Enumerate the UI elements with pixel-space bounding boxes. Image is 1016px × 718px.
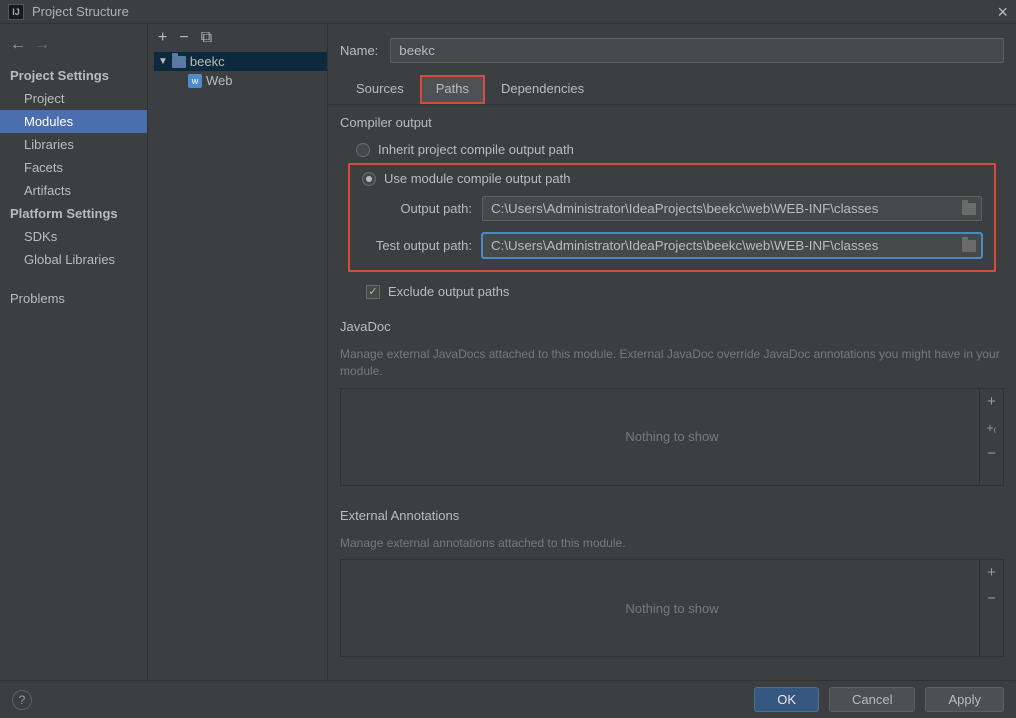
- forward-icon[interactable]: →: [34, 36, 50, 54]
- name-row: Name:: [328, 32, 1016, 75]
- cancel-button[interactable]: Cancel: [829, 687, 915, 712]
- tab-dependencies[interactable]: Dependencies: [485, 75, 600, 104]
- window-title: Project Structure: [32, 4, 129, 19]
- web-icon: w: [188, 74, 202, 88]
- module-compile-label: Use module compile output path: [384, 171, 570, 186]
- nav-project[interactable]: Project: [0, 87, 147, 110]
- module-name-label: beekc: [190, 54, 225, 69]
- annotations-list[interactable]: Nothing to show + −: [340, 559, 1004, 657]
- test-output-path-row: Test output path:: [354, 227, 990, 264]
- output-path-label: Output path:: [362, 201, 472, 216]
- close-icon[interactable]: ×: [997, 3, 1008, 21]
- javadoc-empty-label: Nothing to show: [625, 429, 718, 444]
- expand-icon[interactable]: ▼: [158, 56, 168, 67]
- output-path-wrap: [482, 196, 982, 221]
- exclude-check-row[interactable]: ✓ Exclude output paths: [340, 278, 1004, 305]
- footer: ? OK Cancel Apply: [0, 680, 1016, 718]
- help-icon[interactable]: ?: [12, 690, 32, 710]
- nav-modules[interactable]: Modules: [0, 110, 147, 133]
- compiler-section-label: Compiler output: [340, 115, 1004, 130]
- javadoc-list[interactable]: Nothing to show + +₍ −: [340, 388, 1004, 486]
- test-output-path-input[interactable]: [482, 233, 982, 258]
- title-bar: IJ Project Structure ×: [0, 0, 1016, 24]
- annotations-section-label: External Annotations: [340, 508, 1004, 523]
- test-output-path-label: Test output path:: [362, 238, 472, 253]
- inherit-radio-row[interactable]: Inherit project compile output path: [340, 138, 1004, 161]
- javadoc-desc: Manage external JavaDocs attached to thi…: [340, 342, 1004, 388]
- nav-sdks[interactable]: SDKs: [0, 225, 147, 248]
- annotations-remove-icon[interactable]: −: [983, 590, 1001, 608]
- module-radio-row[interactable]: Use module compile output path: [354, 167, 990, 190]
- tree-toolbar: + − ⧉: [148, 24, 327, 52]
- tabs: Sources Paths Dependencies: [328, 75, 1016, 105]
- content-scroll[interactable]: Compiler output Inherit project compile …: [328, 105, 1016, 680]
- inherit-label: Inherit project compile output path: [378, 142, 574, 157]
- module-tree-panel: + − ⧉ ▼ beekc w Web: [148, 24, 328, 680]
- back-icon[interactable]: ←: [10, 36, 26, 54]
- section-project-settings: Project Settings: [0, 64, 147, 87]
- output-path-row: Output path:: [354, 190, 990, 227]
- section-platform-settings: Platform Settings: [0, 202, 147, 225]
- name-input[interactable]: [390, 38, 1004, 63]
- nav-artifacts[interactable]: Artifacts: [0, 179, 147, 202]
- apply-button[interactable]: Apply: [925, 687, 1004, 712]
- output-browse-icon[interactable]: [962, 203, 976, 215]
- web-facet-label: Web: [206, 73, 233, 88]
- test-output-browse-icon[interactable]: [962, 240, 976, 252]
- annotations-desc: Manage external annotations attached to …: [340, 531, 1004, 560]
- nav-problems[interactable]: Problems: [0, 287, 147, 310]
- nav-global-libraries[interactable]: Global Libraries: [0, 248, 147, 271]
- module-folder-icon: [172, 56, 186, 68]
- ok-button[interactable]: OK: [754, 687, 819, 712]
- add-icon[interactable]: +: [158, 30, 167, 46]
- radio-module[interactable]: [362, 172, 376, 186]
- name-label: Name:: [340, 43, 378, 58]
- javadoc-add-icon[interactable]: +: [983, 393, 1001, 411]
- javadoc-remove-icon[interactable]: −: [983, 445, 1001, 463]
- annotations-side-buttons: + −: [979, 560, 1003, 656]
- nav-libraries[interactable]: Libraries: [0, 133, 147, 156]
- tab-paths[interactable]: Paths: [420, 75, 485, 104]
- remove-icon[interactable]: −: [179, 30, 188, 46]
- nav-arrows: ← →: [0, 32, 147, 64]
- copy-icon[interactable]: ⧉: [201, 30, 212, 46]
- exclude-label: Exclude output paths: [388, 284, 509, 299]
- content-panel: Name: Sources Paths Dependencies Compile…: [328, 24, 1016, 680]
- javadoc-section-label: JavaDoc: [340, 319, 1004, 334]
- module-tree: ▼ beekc w Web: [148, 52, 327, 90]
- tab-sources[interactable]: Sources: [340, 75, 420, 104]
- app-icon: IJ: [8, 4, 24, 20]
- settings-sidebar: ← → Project Settings Project Modules Lib…: [0, 24, 148, 680]
- exclude-checkbox[interactable]: ✓: [366, 285, 380, 299]
- radio-inherit[interactable]: [356, 143, 370, 157]
- javadoc-side-buttons: + +₍ −: [979, 389, 1003, 485]
- nav-facets[interactable]: Facets: [0, 156, 147, 179]
- test-output-path-wrap: [482, 233, 982, 258]
- output-path-input[interactable]: [482, 196, 982, 221]
- annotations-add-icon[interactable]: +: [983, 564, 1001, 582]
- highlight-box: Use module compile output path Output pa…: [348, 163, 996, 272]
- tree-module-root[interactable]: ▼ beekc: [154, 52, 327, 71]
- tree-web-facet[interactable]: w Web: [154, 71, 327, 90]
- main-area: ← → Project Settings Project Modules Lib…: [0, 24, 1016, 680]
- annotations-empty-label: Nothing to show: [625, 601, 718, 616]
- javadoc-add-url-icon[interactable]: +₍: [983, 419, 1001, 437]
